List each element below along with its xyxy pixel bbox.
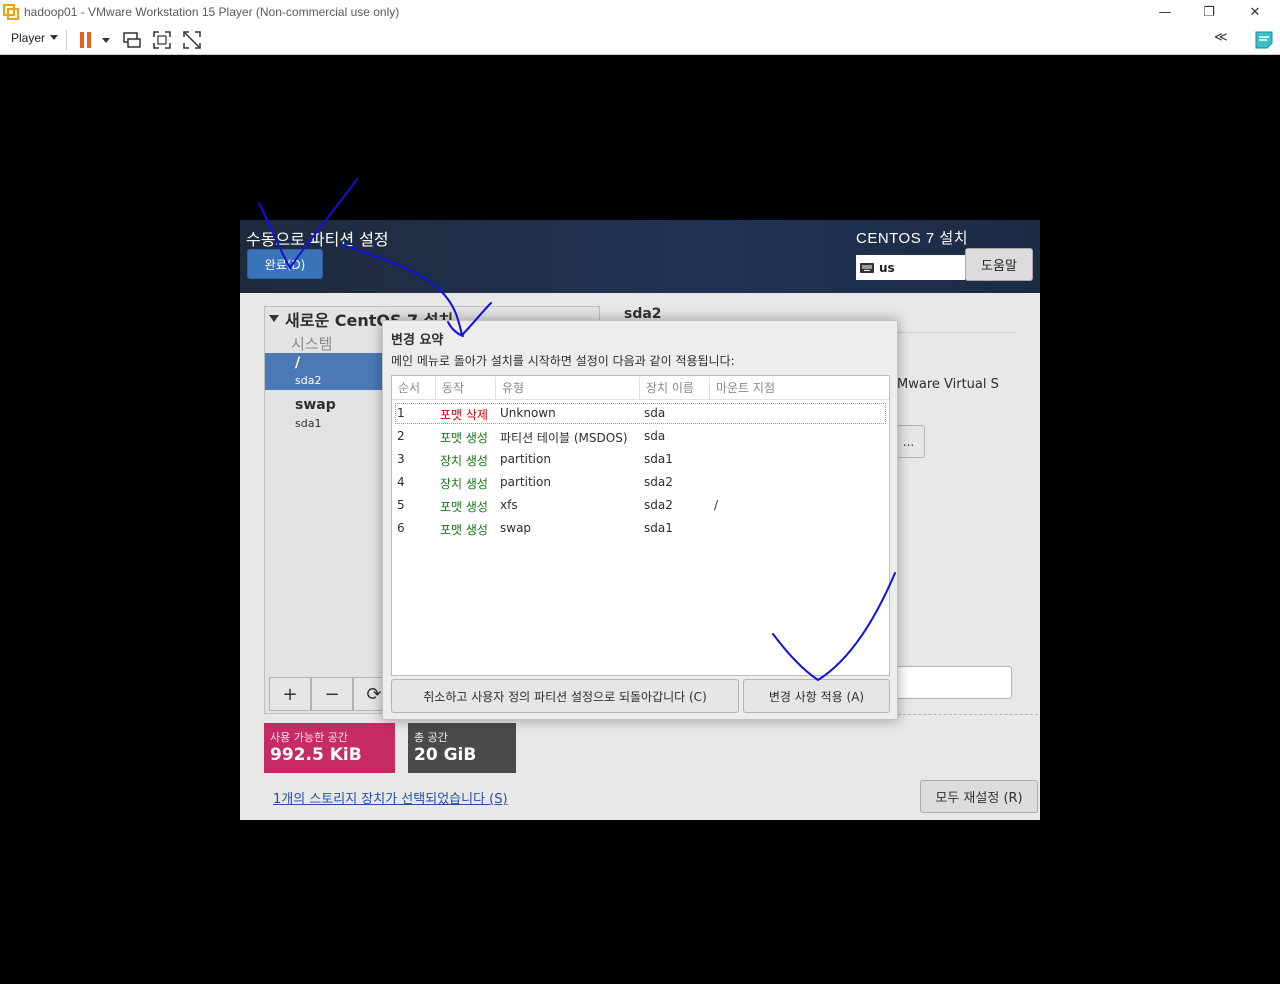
- table-row[interactable]: 5 포맷 생성 xfs sda2 /: [392, 494, 889, 517]
- cell-device: sda2: [644, 498, 673, 512]
- cell-type: partition: [500, 475, 551, 489]
- done-button[interactable]: 완료(D): [247, 249, 323, 279]
- cell-order: 1: [397, 406, 405, 420]
- partition-device: sda1: [295, 417, 322, 430]
- total-space-box: 총 공간 20 GiB: [408, 723, 516, 773]
- keyboard-layout-value: us: [879, 260, 895, 275]
- add-partition-button[interactable]: +: [269, 677, 311, 711]
- cell-device: sda1: [644, 521, 673, 535]
- cell-order: 4: [397, 475, 405, 489]
- column-separator: [709, 377, 710, 399]
- available-space-label: 사용 가능한 공간: [270, 731, 348, 744]
- cell-type: swap: [500, 521, 532, 535]
- table-row[interactable]: 4 장치 생성 partition sda2: [392, 471, 889, 494]
- column-header-type[interactable]: 유형: [502, 379, 524, 397]
- window-title: hadoop01 - VMware Workstation 15 Player …: [24, 5, 400, 19]
- window-titlebar: hadoop01 - VMware Workstation 15 Player …: [0, 0, 1280, 24]
- player-toolbar: Player ≪: [0, 24, 1280, 55]
- product-title: CENTOS 7 설치: [856, 230, 969, 247]
- dialog-subtitle: 메인 메뉴로 돌아가 설치를 시작하면 설정이 다음과 같이 적용됩니다:: [391, 354, 735, 368]
- detail-dashed-divider: [898, 714, 1038, 715]
- vmware-icon: [3, 4, 19, 20]
- pause-dropdown-icon[interactable]: [100, 30, 112, 50]
- message-log-icon[interactable]: [1254, 30, 1274, 50]
- chevron-down-icon: [50, 35, 59, 40]
- minimize-button[interactable]: —: [1142, 0, 1188, 24]
- remove-partition-button[interactable]: −: [311, 677, 353, 711]
- table-row[interactable]: 6 포맷 생성 swap sda1: [392, 517, 889, 540]
- fullscreen-icon[interactable]: [152, 30, 172, 50]
- reset-all-button[interactable]: 모두 재설정 (R): [920, 780, 1038, 813]
- column-header-action[interactable]: 동작: [442, 379, 464, 397]
- total-space-value: 20 GiB: [414, 745, 477, 765]
- cell-order: 5: [397, 498, 405, 512]
- expander-icon: [269, 315, 279, 322]
- player-menu-label: Player: [11, 31, 46, 45]
- page-title: 수동으로 파티션 설정: [246, 230, 389, 249]
- cell-order: 6: [397, 521, 405, 535]
- table-header: 순서 동작 유형 장치 이름 마운트 지점: [392, 376, 889, 400]
- close-button[interactable]: ✕: [1232, 0, 1278, 24]
- cell-order: 3: [397, 452, 405, 466]
- pause-icon[interactable]: [76, 30, 96, 50]
- cell-mount: /: [714, 498, 719, 512]
- tree-group-system: 시스템: [291, 335, 333, 353]
- column-header-device[interactable]: 장치 이름: [646, 379, 694, 397]
- restore-button[interactable]: ❐: [1186, 0, 1232, 24]
- cell-action: 포맷 생성: [440, 431, 488, 445]
- storage-devices-link[interactable]: 1개의 스토리지 장치가 선택되었습니다 (S): [273, 788, 508, 807]
- partition-buttons: + − ⟳: [269, 677, 395, 711]
- table-row[interactable]: 1 포맷 삭제 Unknown sda: [394, 402, 887, 425]
- cell-device: sda: [644, 406, 666, 420]
- detail-device: Mware Virtual S: [897, 377, 999, 392]
- partition-name: /: [295, 355, 301, 371]
- partition-name: swap: [295, 397, 336, 413]
- detail-text-field[interactable]: [892, 666, 1012, 699]
- column-header-mount[interactable]: 마운트 지점: [716, 379, 775, 397]
- cell-action: 포맷 생성: [440, 523, 488, 537]
- column-header-order[interactable]: 순서: [398, 379, 420, 397]
- collapse-icon[interactable]: ≪: [1214, 30, 1234, 50]
- toolbar-divider: [66, 30, 67, 50]
- total-space-label: 총 공간: [414, 731, 448, 744]
- available-space-value: 992.5 KiB: [270, 745, 362, 765]
- column-separator: [639, 377, 640, 399]
- cancel-button[interactable]: 취소하고 사용자 정의 파티션 설정으로 되돌아갑니다 (C): [391, 679, 739, 713]
- table-row[interactable]: 2 포맷 생성 파티션 테이블 (MSDOS) sda: [392, 425, 889, 448]
- cell-type: partition: [500, 452, 551, 466]
- cell-type: xfs: [500, 498, 518, 512]
- accept-changes-button[interactable]: 변경 사항 적용 (A): [743, 679, 890, 713]
- changes-table: 순서 동작 유형 장치 이름 마운트 지점 1 포맷 삭제 Unknown sd…: [391, 375, 890, 676]
- table-row[interactable]: 3 장치 생성 partition sda1: [392, 448, 889, 471]
- help-button[interactable]: 도움말: [965, 248, 1033, 281]
- cell-type: Unknown: [500, 406, 556, 420]
- send-ctrl-alt-del-icon[interactable]: [122, 30, 142, 50]
- partition-device: sda2: [295, 374, 322, 387]
- partition-item-swap[interactable]: swap sda1: [265, 395, 385, 435]
- cell-order: 2: [397, 429, 405, 443]
- keyboard-layout-field[interactable]: us: [856, 255, 965, 280]
- player-menu-button[interactable]: Player: [11, 31, 59, 45]
- cell-device: sda: [644, 429, 666, 443]
- cell-action: 장치 생성: [440, 454, 488, 468]
- cell-device: sda2: [644, 475, 673, 489]
- summary-of-changes-dialog: 변경 요약 메인 메뉴로 돌아가 설치를 시작하면 설정이 다음과 같이 적용됩…: [382, 320, 898, 720]
- cell-action: 포맷 생성: [440, 500, 488, 514]
- installer-header: 수동으로 파티션 설정 완료(D) CENTOS 7 설치 us 도움말: [240, 220, 1040, 293]
- cell-type: 파티션 테이블 (MSDOS): [500, 431, 628, 445]
- keyboard-icon: [860, 262, 874, 273]
- column-separator: [435, 377, 436, 399]
- column-separator: [495, 377, 496, 399]
- available-space-box: 사용 가능한 공간 992.5 KiB: [264, 723, 395, 773]
- cell-action: 포맷 삭제: [440, 408, 488, 422]
- dialog-title: 변경 요약: [391, 333, 444, 348]
- partition-item-root[interactable]: / sda2: [265, 353, 385, 390]
- unity-icon[interactable]: [182, 30, 202, 50]
- cell-action: 장치 생성: [440, 477, 488, 491]
- cell-device: sda1: [644, 452, 673, 466]
